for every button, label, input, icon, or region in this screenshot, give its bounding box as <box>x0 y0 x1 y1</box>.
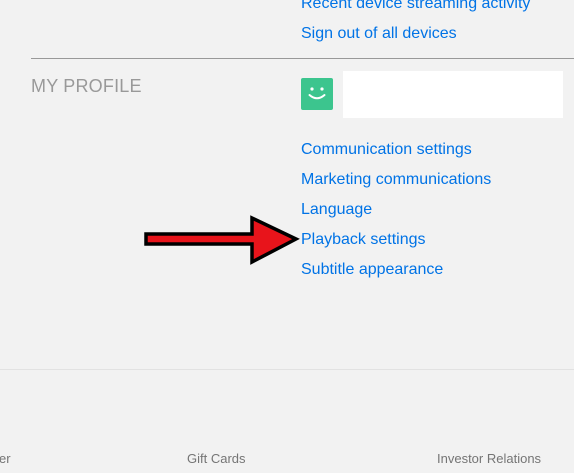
footer-divider <box>0 369 574 370</box>
communication-settings-link[interactable]: Communication settings <box>301 140 472 160</box>
profile-name-box <box>343 71 563 118</box>
footer-link-investor-relations[interactable]: Investor Relations <box>437 451 541 466</box>
smiley-icon <box>308 87 326 100</box>
section-divider <box>31 58 574 59</box>
recent-device-streaming-link[interactable]: Recent device streaming activity <box>301 0 530 14</box>
language-link[interactable]: Language <box>301 200 372 220</box>
footer-link-partial[interactable]: er <box>0 451 11 466</box>
marketing-communications-link[interactable]: Marketing communications <box>301 170 491 190</box>
sign-out-all-devices-link[interactable]: Sign out of all devices <box>301 24 457 44</box>
red-arrow-annotation <box>144 215 300 265</box>
subtitle-appearance-link[interactable]: Subtitle appearance <box>301 260 443 280</box>
playback-settings-link[interactable]: Playback settings <box>301 230 426 250</box>
profile-avatar[interactable] <box>301 78 333 110</box>
footer-link-gift-cards[interactable]: Gift Cards <box>187 451 246 466</box>
my-profile-heading: MY PROFILE <box>31 76 142 96</box>
